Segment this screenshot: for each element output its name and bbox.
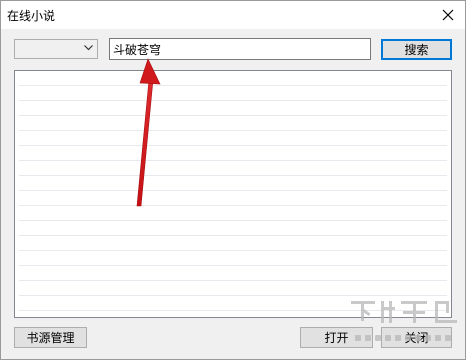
window-close-button[interactable] [431, 1, 465, 29]
online-novel-dialog: 在线小说 搜索 书源管理 打开 关闭 [0, 0, 466, 360]
list-row-divider [19, 115, 447, 116]
close-icon [442, 9, 454, 21]
list-row-divider [19, 265, 447, 266]
list-row-divider [19, 175, 447, 176]
title-bar: 在线小说 [1, 1, 465, 29]
list-row-divider [19, 295, 447, 296]
list-row-divider [19, 280, 447, 281]
list-row-divider [19, 85, 447, 86]
list-row-divider [19, 250, 447, 251]
chevron-down-icon [84, 45, 93, 51]
source-manage-button[interactable]: 书源管理 [14, 327, 87, 348]
list-row-divider [19, 100, 447, 101]
list-row-divider [19, 130, 447, 131]
list-row-divider [19, 205, 447, 206]
list-row-divider [19, 190, 447, 191]
source-select[interactable] [14, 39, 98, 59]
list-row-divider [19, 235, 447, 236]
results-list[interactable] [14, 70, 452, 318]
search-input[interactable] [109, 38, 371, 60]
window-title: 在线小说 [7, 9, 56, 23]
list-row-divider [19, 220, 447, 221]
list-row-divider [19, 160, 447, 161]
search-button[interactable]: 搜索 [381, 39, 452, 60]
list-row-divider [19, 145, 447, 146]
watermark-logo [351, 301, 457, 341]
